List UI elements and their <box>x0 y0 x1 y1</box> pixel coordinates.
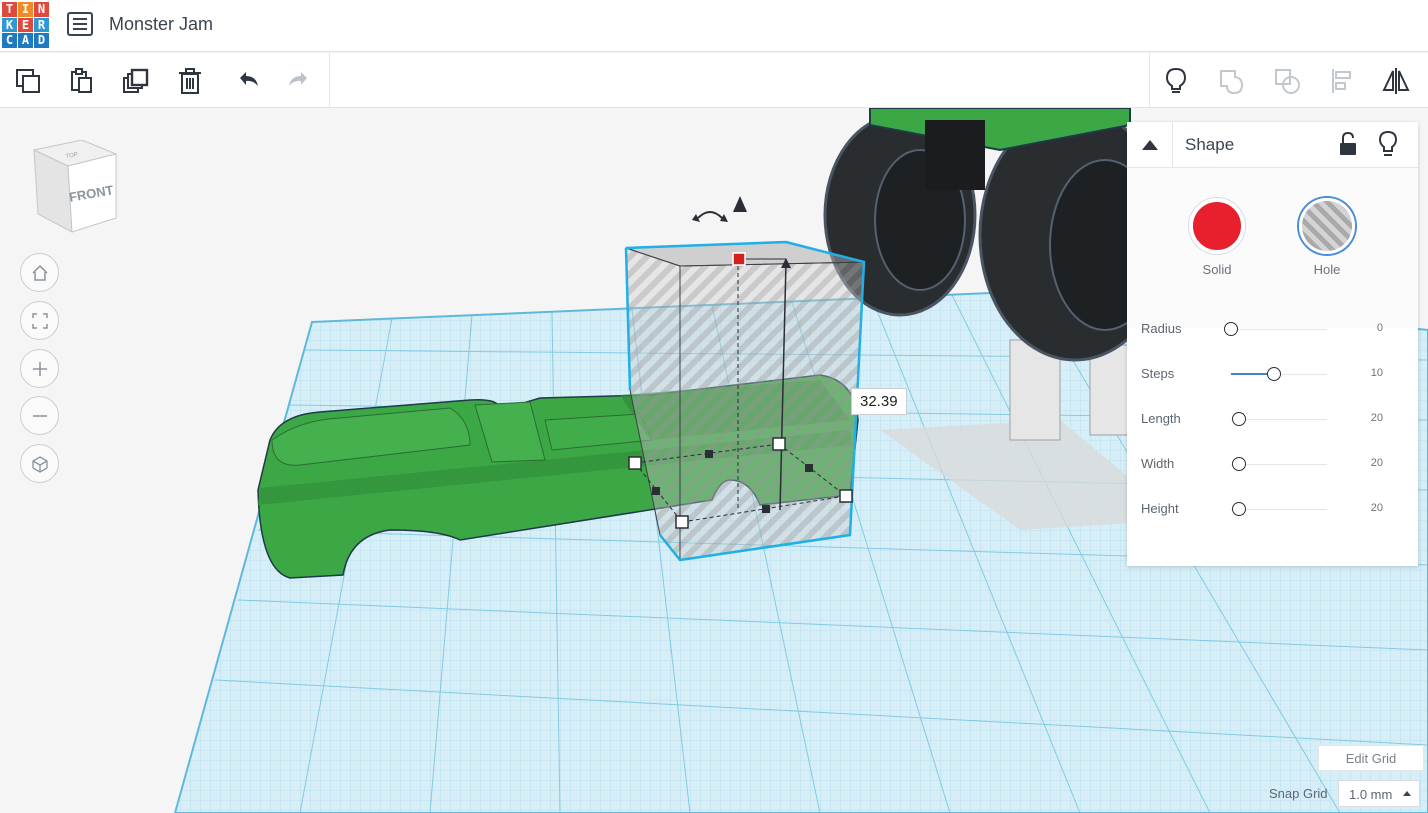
lightbulb-icon[interactable] <box>1156 61 1196 101</box>
tinkercad-logo[interactable]: TIN KER CAD <box>2 2 51 49</box>
zoom-in-icon[interactable] <box>20 349 59 388</box>
solid-color-swatch[interactable] <box>1189 198 1245 254</box>
param-label: Height <box>1141 501 1179 516</box>
solid-label: Solid <box>1202 262 1232 277</box>
logo-letter: K <box>2 17 17 32</box>
param-value[interactable]: 20 <box>1371 502 1383 514</box>
collapse-panel-button[interactable] <box>1127 122 1173 168</box>
param-slider-knob[interactable] <box>1231 502 1246 516</box>
panel-title: Shape <box>1185 135 1235 154</box>
lightbulb-icon[interactable] <box>1377 130 1399 158</box>
perspective-icon[interactable] <box>20 444 59 483</box>
shape-inspector-panel: Shape Solid Hole Radius 0 Steps 10 Length 20 W… <box>1127 122 1418 566</box>
align-icon <box>1322 61 1362 101</box>
redo-icon[interactable] <box>280 61 320 101</box>
param-row-radius: Radius 0 <box>1127 314 1418 344</box>
caret-up-icon <box>1141 140 1158 150</box>
caret-up-icon <box>1403 791 1411 796</box>
logo-letter: E <box>18 17 33 32</box>
logo-letter: C <box>2 33 17 48</box>
fit-view-icon[interactable] <box>20 301 59 340</box>
param-label: Steps <box>1141 366 1175 381</box>
param-row-width: Width 20 <box>1127 449 1418 479</box>
param-label: Width <box>1141 456 1175 471</box>
param-row-steps: Steps 10 <box>1127 359 1418 389</box>
param-value[interactable]: 20 <box>1371 457 1383 469</box>
zoom-out-icon[interactable] <box>20 396 59 435</box>
edit-grid-button[interactable]: Edit Grid <box>1318 745 1424 771</box>
rotate-handle-icon[interactable] <box>692 211 728 222</box>
logo-letter: N <box>34 2 49 17</box>
param-label: Length <box>1141 411 1181 426</box>
app-header: TIN KER CAD Monster Jam <box>0 0 1428 52</box>
home-view-icon[interactable] <box>20 253 59 292</box>
trash-icon[interactable] <box>170 61 210 101</box>
hole-label: Hole <box>1313 262 1341 277</box>
shape-mode-area: Solid Hole <box>1127 168 1418 328</box>
param-row-length: Length 20 <box>1127 404 1418 434</box>
project-title[interactable]: Monster Jam <box>109 14 213 35</box>
snap-grid-value: 1.0 mm <box>1349 787 1393 802</box>
toolbar-divider <box>329 53 330 108</box>
param-slider-track[interactable] <box>1231 329 1327 330</box>
param-slider-knob[interactable] <box>1267 367 1282 381</box>
hole-box-shape[interactable] <box>624 240 866 562</box>
design-list-icon[interactable] <box>67 12 93 36</box>
lift-arrow-icon[interactable] <box>733 196 747 212</box>
duplicate-icon[interactable] <box>116 61 156 101</box>
param-slider-knob[interactable] <box>1224 322 1238 336</box>
param-slider-knob[interactable] <box>1231 457 1246 471</box>
mirror-icon[interactable] <box>1376 61 1416 101</box>
toolbar <box>0 53 1428 108</box>
param-value[interactable]: 10 <box>1371 367 1383 379</box>
param-value[interactable]: 20 <box>1371 412 1383 424</box>
param-value[interactable]: 0 <box>1377 322 1383 334</box>
param-label: Radius <box>1141 321 1182 336</box>
logo-letter: R <box>34 17 49 32</box>
snap-grid-select[interactable]: 1.0 mm <box>1338 780 1420 807</box>
hole-swatch[interactable] <box>1299 198 1355 254</box>
3d-viewport[interactable]: FRONT TOP 32.39 Shape Solid Hole Radius … <box>0 108 1428 813</box>
height-dimension-input[interactable]: 32.39 <box>851 388 907 415</box>
param-slider-knob[interactable] <box>1231 412 1246 426</box>
logo-letter: D <box>34 33 49 48</box>
lock-icon[interactable] <box>1337 131 1359 157</box>
undo-icon[interactable] <box>227 61 267 101</box>
ungroup-icon <box>1267 61 1307 101</box>
logo-letter: T <box>2 2 17 17</box>
snap-grid-label: Snap Grid <box>1269 786 1328 801</box>
copy-icon[interactable] <box>8 61 48 101</box>
logo-letter: A <box>18 33 33 48</box>
group-icon <box>1212 61 1252 101</box>
param-row-height: Height 20 <box>1127 494 1418 524</box>
logo-letter: I <box>18 2 33 17</box>
paste-icon[interactable] <box>61 61 101 101</box>
toolbar-divider <box>1149 53 1150 108</box>
panel-header: Shape <box>1127 122 1418 168</box>
view-cube[interactable]: FRONT TOP <box>32 140 122 240</box>
